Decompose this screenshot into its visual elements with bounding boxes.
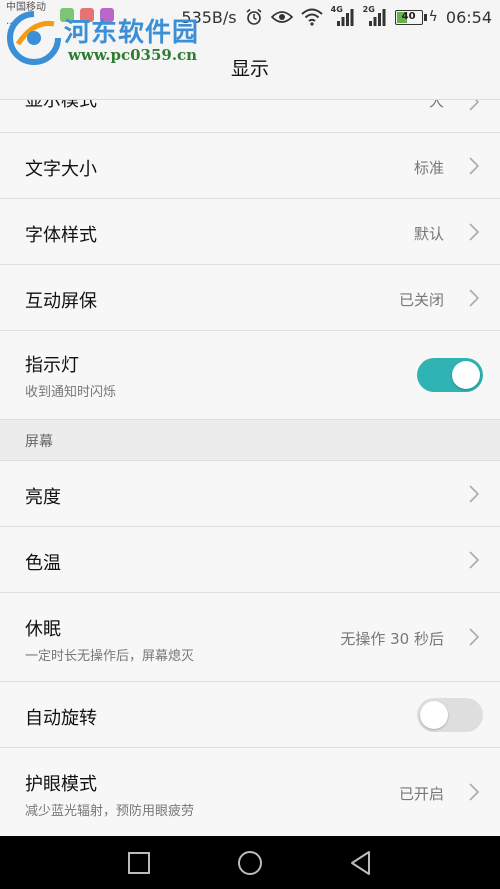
setting-font-style[interactable]: 字体样式 默认 bbox=[0, 199, 500, 265]
back-triangle-icon[interactable] bbox=[347, 849, 375, 877]
recents-square-icon[interactable] bbox=[125, 849, 153, 877]
setting-label: 显示模式 bbox=[25, 100, 97, 111]
status-indicators: 535B/s 4G 2G 40 ϟ 06:54 bbox=[181, 5, 492, 28]
setting-description: 减少蓝光辐射，预防用眼疲劳 bbox=[25, 804, 195, 819]
setting-value: 已关闭 bbox=[398, 291, 444, 309]
chevron-right-icon bbox=[469, 223, 480, 241]
setting-brightness[interactable]: 亮度 bbox=[0, 461, 500, 527]
section-title: 屏幕 bbox=[25, 434, 53, 450]
charging-icon: ϟ bbox=[428, 9, 438, 25]
setting-value: 无操作 30 秒后 bbox=[340, 630, 444, 648]
chevron-right-icon bbox=[469, 100, 480, 111]
navigation-bar bbox=[0, 836, 500, 889]
watermark-logo-icon bbox=[7, 11, 61, 65]
eye-comfort-icon bbox=[270, 11, 293, 23]
chevron-right-icon bbox=[469, 485, 480, 503]
chevron-right-icon bbox=[469, 783, 480, 801]
chevron-right-icon bbox=[469, 157, 480, 175]
signal-2g-icon: 2G bbox=[363, 5, 387, 27]
setting-label: 护眼模式 bbox=[25, 774, 97, 795]
wifi-icon bbox=[300, 8, 323, 26]
setting-indicator-light[interactable]: 指示灯 收到通知时闪烁 bbox=[0, 331, 500, 420]
setting-sleep[interactable]: 休眠 一定时长无操作后，屏幕熄灭 无操作 30 秒后 bbox=[0, 593, 500, 682]
setting-description: 收到通知时闪烁 bbox=[25, 385, 117, 400]
setting-label: 互动屏保 bbox=[25, 291, 97, 312]
watermark-name: 河东软件园 bbox=[64, 18, 200, 48]
auto-rotate-toggle[interactable] bbox=[417, 698, 483, 732]
setting-value: 大 bbox=[428, 100, 444, 110]
setting-screensaver[interactable]: 互动屏保 已关闭 bbox=[0, 265, 500, 331]
toggle-knob bbox=[452, 361, 480, 389]
chevron-right-icon bbox=[469, 551, 480, 569]
battery-level: 40 bbox=[401, 10, 416, 22]
setting-label: 字体样式 bbox=[25, 225, 97, 246]
setting-label: 文字大小 bbox=[25, 159, 97, 180]
setting-color-temperature[interactable]: 色温 bbox=[0, 527, 500, 593]
setting-label: 自动旋转 bbox=[25, 708, 97, 729]
setting-value: 已开启 bbox=[398, 785, 444, 803]
battery-icon: 40 ϟ bbox=[394, 9, 438, 25]
setting-label: 休眠 bbox=[25, 619, 61, 640]
setting-label: 亮度 bbox=[25, 487, 61, 508]
setting-eye-comfort[interactable]: 护眼模式 减少蓝光辐射，预防用眼疲劳 已开启 bbox=[0, 748, 500, 836]
section-header-screen: 屏幕 bbox=[0, 420, 500, 461]
setting-auto-rotate[interactable]: 自动旋转 bbox=[0, 682, 500, 748]
setting-display-mode[interactable]: 显示模式 大 bbox=[0, 100, 500, 133]
signal-4g-icon: 4G bbox=[331, 5, 355, 27]
indicator-toggle[interactable] bbox=[417, 358, 483, 392]
setting-value: 标准 bbox=[413, 159, 444, 177]
home-circle-icon[interactable] bbox=[236, 849, 264, 877]
site-watermark: 河东软件园 www.pc0359.cn bbox=[2, 10, 212, 70]
setting-value: 默认 bbox=[413, 225, 444, 243]
setting-description: 一定时长无操作后，屏幕熄灭 bbox=[25, 649, 195, 664]
chevron-right-icon bbox=[469, 289, 480, 307]
clock: 06:54 bbox=[445, 7, 492, 27]
settings-list[interactable]: 显示模式 大 文字大小 标准 字体样式 默认 互动屏保 已关闭 指示灯 收到通知… bbox=[0, 100, 500, 836]
chevron-right-icon bbox=[469, 628, 480, 646]
setting-label: 指示灯 bbox=[25, 355, 79, 376]
setting-label: 色温 bbox=[25, 553, 61, 574]
alarm-icon bbox=[246, 8, 262, 25]
toggle-knob bbox=[420, 701, 448, 729]
setting-font-size[interactable]: 文字大小 标准 bbox=[0, 133, 500, 199]
watermark-url: www.pc0359.cn bbox=[68, 46, 198, 64]
